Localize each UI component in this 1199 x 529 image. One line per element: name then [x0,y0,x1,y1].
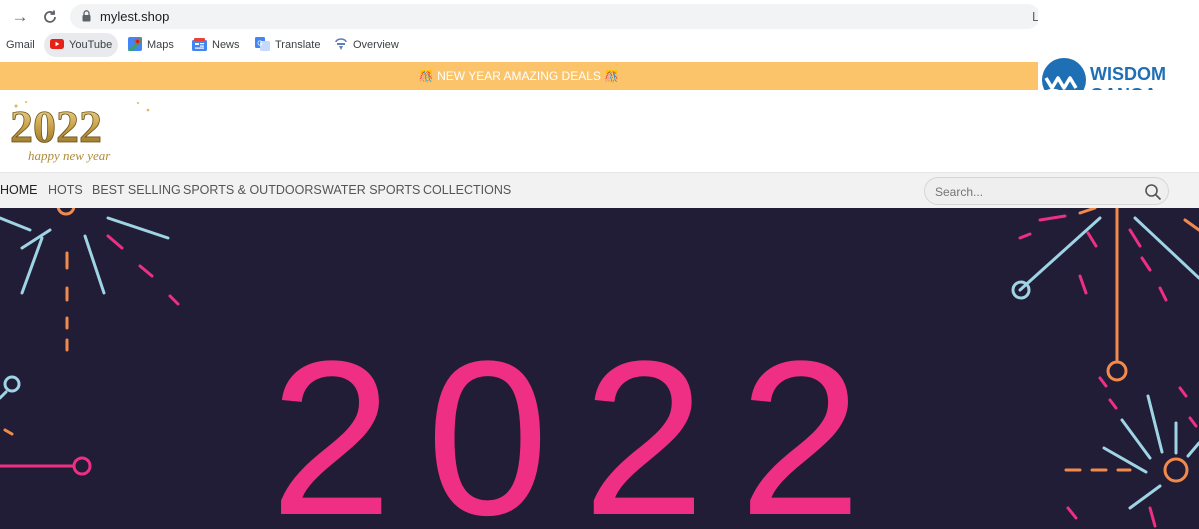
bookmark-youtube[interactable]: YouTube [44,33,119,57]
bookmark-translate[interactable]: G Translate [249,33,326,57]
overview-icon [335,38,347,51]
nav-best-selling[interactable]: BEST SELLING [92,183,181,197]
bookmark-label: Translate [275,39,321,51]
promo-banner[interactable]: 🎊 NEW YEAR AMAZING DEALS 🎊 [0,62,1038,90]
search-input[interactable] [935,183,1135,201]
search-box [924,177,1169,205]
nav-water-sports[interactable]: WATER SPORTS [322,183,420,197]
search-icon[interactable] [1144,183,1162,201]
nav-home[interactable]: HOME [0,183,38,197]
bookmark-label: Overview [353,39,399,51]
hero-banner[interactable]: 2022 [0,208,1199,529]
bookmark-label: YouTube [69,39,113,51]
bookmark-news[interactable]: News [186,33,246,57]
news-icon [192,37,207,51]
site-logo[interactable]: 2022 happy new year [8,98,158,168]
nav-sports-outdoors[interactable]: SPORTS & OUTDOORS [183,183,322,197]
bookmark-overview[interactable]: Overview [328,33,405,57]
translate-icon: G [255,37,270,52]
site-logo-tagline: happy new year [28,148,111,163]
url-text[interactable]: mylest.shop [100,9,169,24]
address-bar[interactable]: mylest.shop L [70,4,1040,29]
nav-collections[interactable]: COLLECTIONS [423,183,511,197]
lock-icon [82,10,91,22]
maps-icon [128,37,142,52]
hero-year-text: 2022 [270,315,896,529]
bookmark-label: Maps [147,39,174,51]
bookmark-label: Gmail [6,39,35,51]
watermark-line1: WISDOM [1090,64,1166,84]
reload-icon[interactable] [40,7,60,27]
bookmark-maps[interactable]: Maps [122,33,180,57]
main-navigation: HOME HOTS BEST SELLING SPORTS & OUTDOORS… [0,172,1199,208]
site-logo-year: 2022 [10,101,102,152]
bookmarks-bar: Gmail YouTube Maps News G Translate Overv… [0,33,1038,57]
youtube-icon [50,39,64,50]
browser-toolbar: → mylest.shop L Gmail YouTube Maps News … [0,0,1040,62]
bookmark-gmail[interactable]: Gmail [0,33,41,57]
svg-text:G: G [257,41,262,48]
nav-hots[interactable]: HOTS [48,183,83,197]
bookmark-label: News [212,39,240,51]
site-header [0,90,1199,172]
forward-icon[interactable]: → [10,7,30,27]
